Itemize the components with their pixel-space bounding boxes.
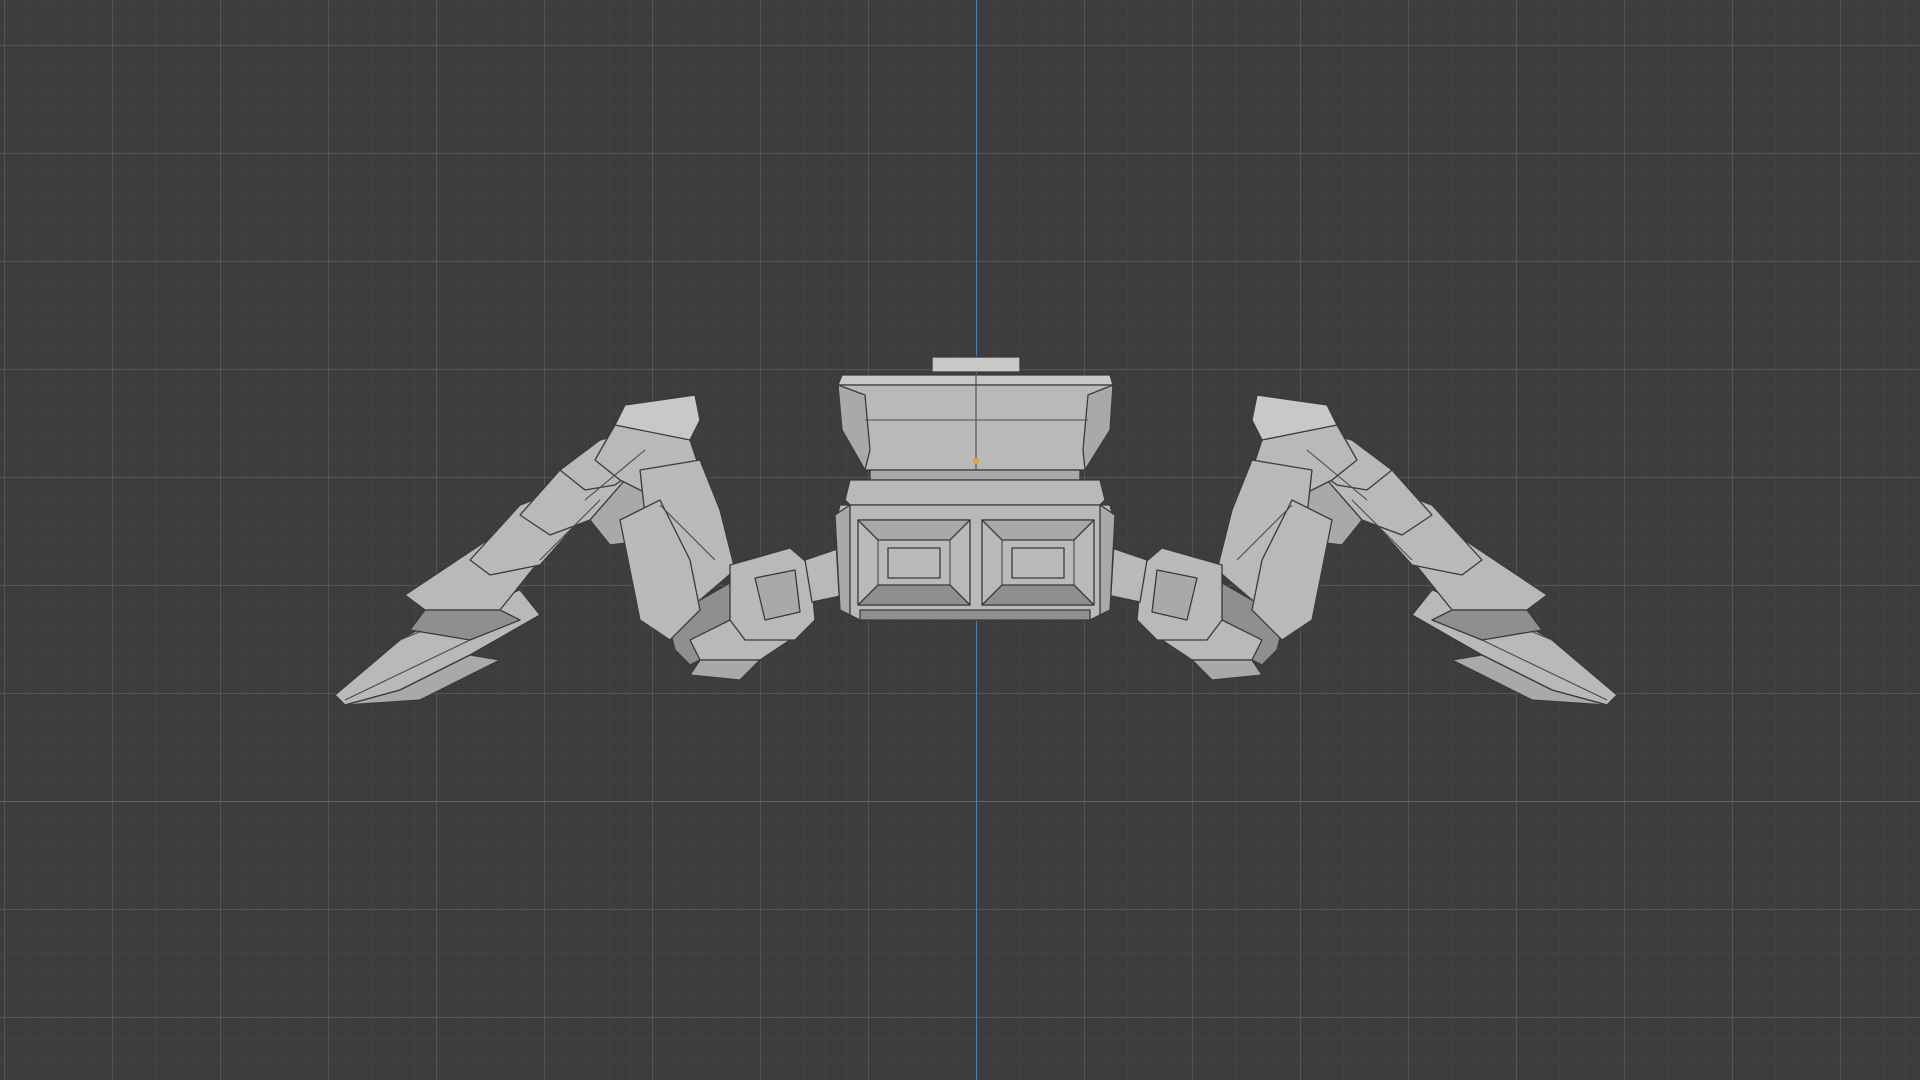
mech-model[interactable] xyxy=(0,0,1920,1080)
right-chest-bevel xyxy=(981,519,1095,541)
body-side-right xyxy=(1099,504,1116,616)
object-origin-dot xyxy=(973,458,979,464)
right-chest-inset xyxy=(1011,547,1065,579)
right-leg-segment xyxy=(1191,659,1263,681)
left-lower-joint xyxy=(689,659,761,681)
left-chest-bevel xyxy=(857,584,971,606)
head-side-right xyxy=(1082,384,1114,471)
central-body[interactable] xyxy=(834,356,1116,621)
body-side-left xyxy=(834,504,851,616)
head-side-left xyxy=(837,384,871,471)
left-chest-bevel xyxy=(857,519,971,541)
body-upper xyxy=(844,479,1106,506)
right-chest-bevel xyxy=(981,584,1095,606)
right-leg[interactable] xyxy=(1106,394,1618,706)
neck xyxy=(869,469,1081,481)
top-nub xyxy=(931,356,1021,373)
body-bottom xyxy=(859,609,1091,621)
3d-viewport[interactable] xyxy=(0,0,1920,1080)
left-leg[interactable] xyxy=(334,394,846,706)
left-chest-inset xyxy=(887,547,941,579)
